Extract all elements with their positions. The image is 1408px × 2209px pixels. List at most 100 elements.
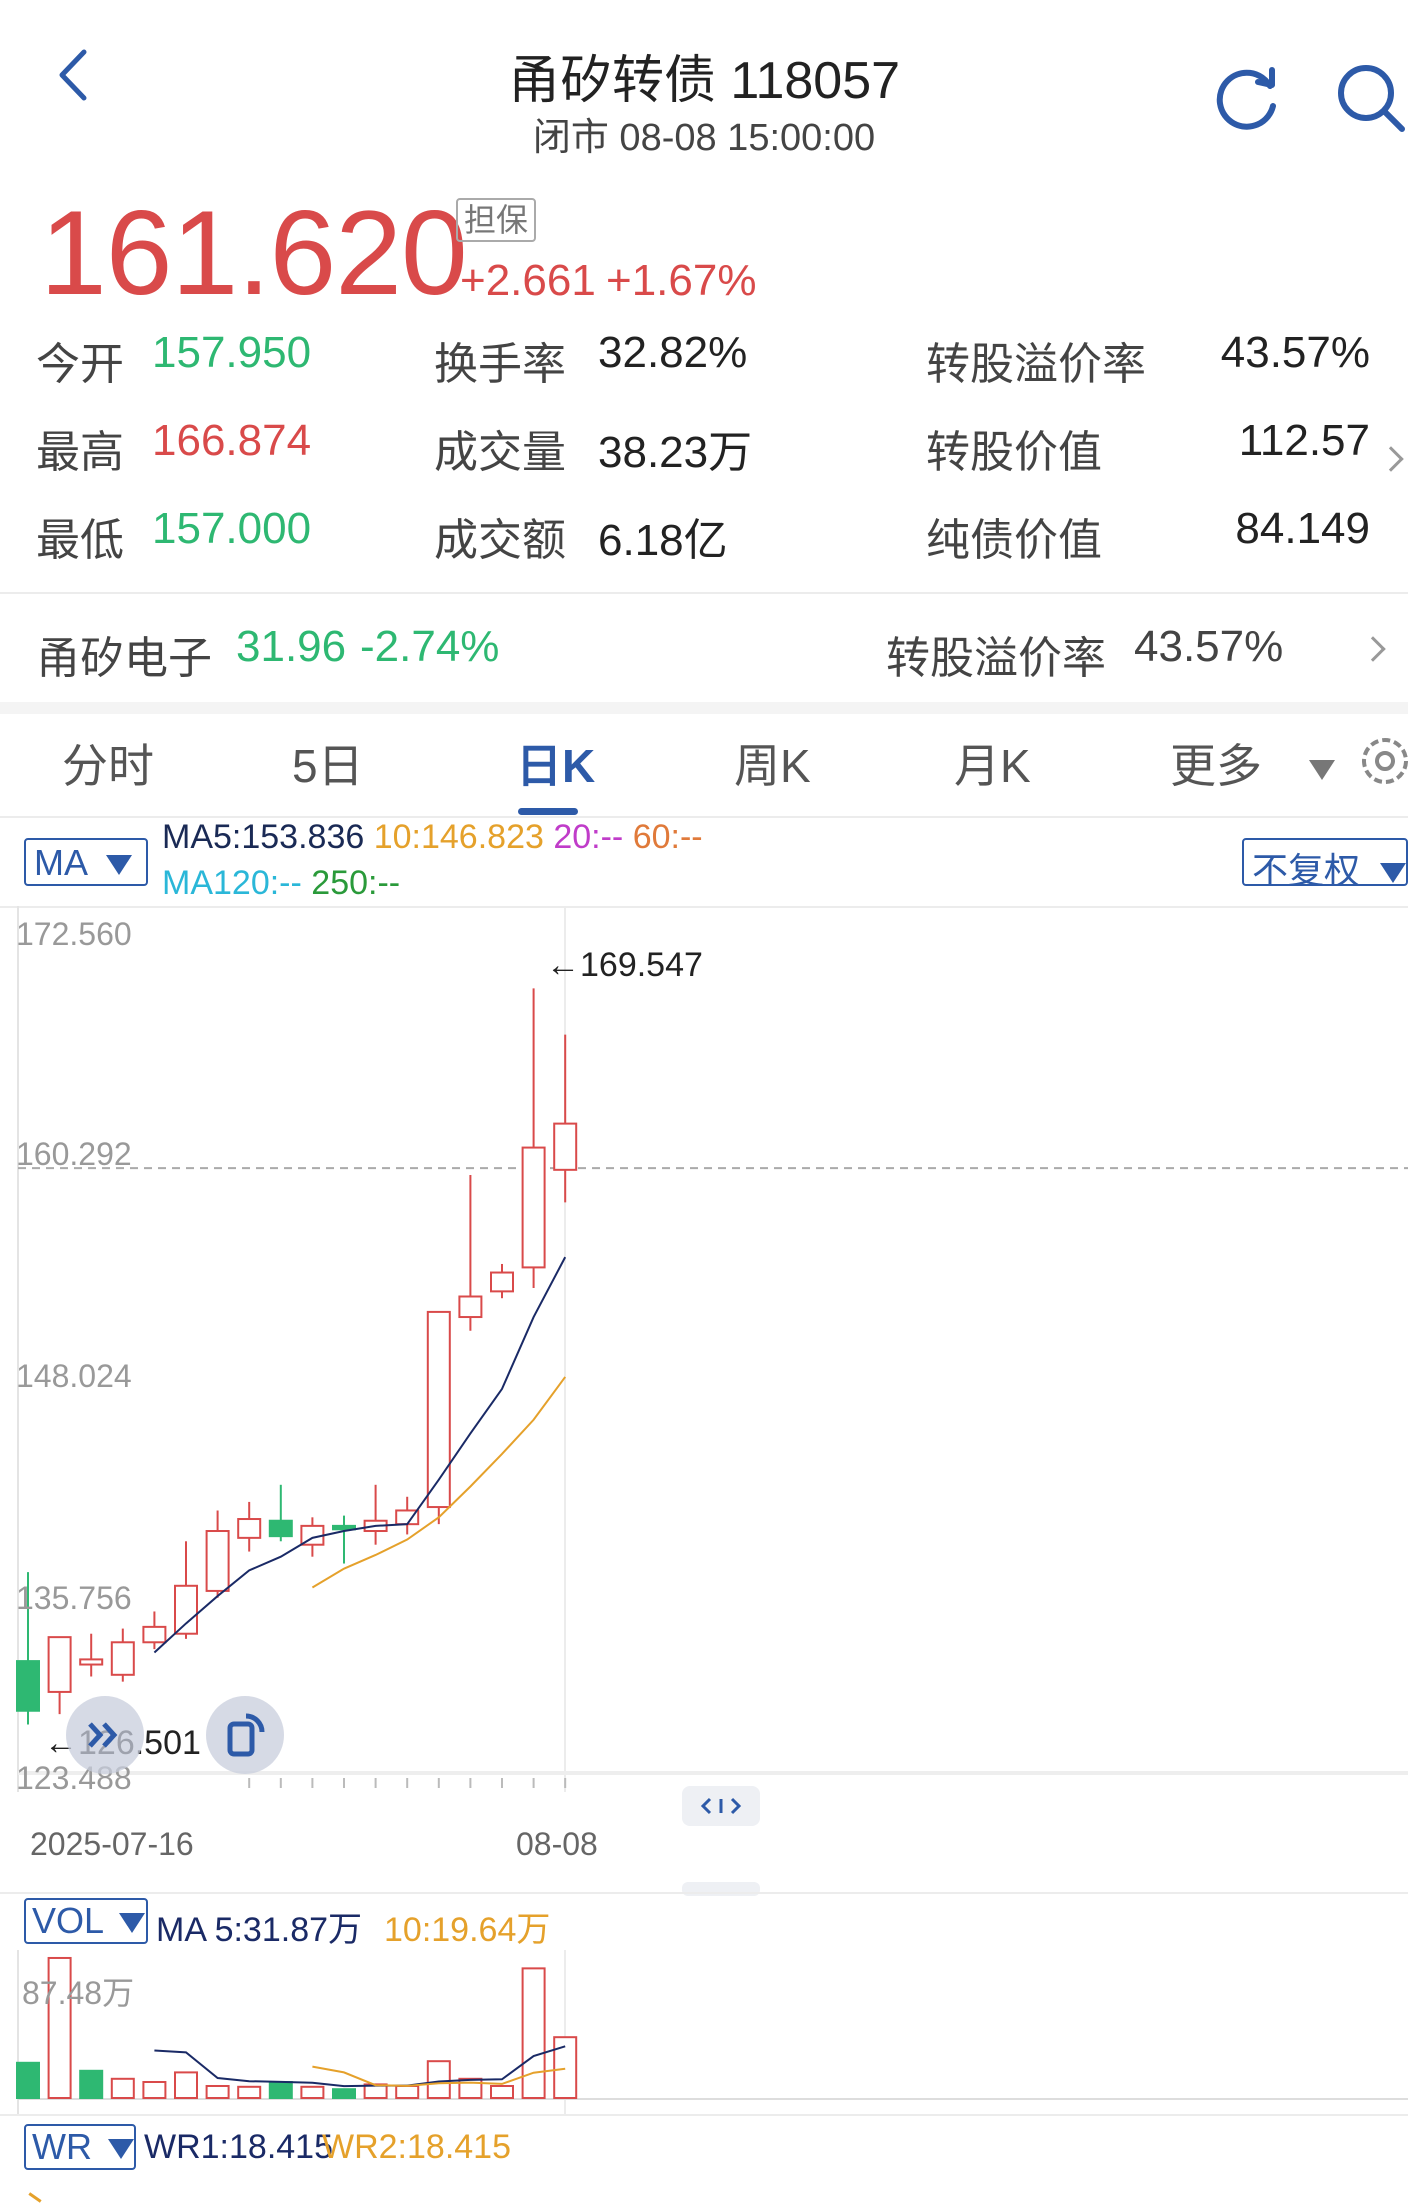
- vol-ma10-legend: 10:19.64万: [384, 1911, 551, 1949]
- drag-handle-icon: [700, 1797, 742, 1815]
- wr-selector[interactable]: WR: [24, 2124, 136, 2170]
- ma-selector-label: MA: [34, 842, 87, 883]
- ma5-line: [153, 1256, 567, 1654]
- underlying-row[interactable]: 甬矽电子 31.96 -2.74% 转股溢价率 43.57%: [0, 594, 1408, 702]
- volume-bar: [300, 2085, 325, 2099]
- candle-body: [521, 1146, 546, 1269]
- bond-value: 84.149: [1235, 504, 1370, 553]
- y-tick-label: 160.292: [16, 1136, 132, 1172]
- high-label: 最高: [36, 428, 124, 477]
- divider: [0, 2114, 1408, 2116]
- candle-body: [426, 1310, 451, 1509]
- underlying-premium: 43.57%: [1134, 622, 1284, 671]
- volume-bar: [395, 2084, 420, 2099]
- ma-legend-row2: MA120:-- 250:--: [162, 864, 400, 903]
- volume-bar: [205, 2084, 230, 2099]
- volume-bar: [426, 2060, 451, 2100]
- volume-bar: [174, 2071, 198, 2100]
- dropdown-triangle-icon: [118, 1913, 145, 1934]
- search-button[interactable]: [1330, 56, 1408, 136]
- vol-ma5-line: [154, 2045, 566, 2088]
- divider: [0, 702, 1408, 714]
- dropdown-triangle-icon: [1380, 863, 1406, 884]
- underlying-change: -2.74%: [360, 622, 500, 671]
- price-change: +2.661: [460, 256, 596, 305]
- candle-body: [490, 1271, 514, 1293]
- kline-chart[interactable]: [0, 906, 1408, 1796]
- tab-more[interactable]: 更多: [1170, 730, 1335, 796]
- premium-label: 转股溢价率: [926, 340, 1146, 389]
- volume-label: 成交量: [434, 428, 566, 477]
- y-tick-label: 135.756: [16, 1580, 132, 1616]
- underlying-name: 甬矽电子: [36, 634, 212, 683]
- turnover-label: 换手率: [434, 340, 566, 389]
- volume-chart[interactable]: [0, 1950, 1408, 2115]
- x-tick-label: 08-08: [516, 1826, 598, 1862]
- last-price: 161.620: [40, 186, 468, 320]
- dropdown-triangle-icon: [106, 855, 133, 876]
- adjust-selector[interactable]: 不复权: [1242, 838, 1408, 886]
- turnover-value: 32.82%: [598, 328, 748, 377]
- refresh-button[interactable]: [1210, 60, 1286, 136]
- conversion-value: 112.57: [1238, 416, 1370, 465]
- max-price-label: ←169.547: [546, 946, 703, 984]
- tab-5day[interactable]: 5日: [292, 730, 364, 796]
- collapse-button[interactable]: [66, 1696, 144, 1774]
- guarantee-badge: 担保: [456, 198, 537, 242]
- rotate-button[interactable]: [206, 1696, 284, 1774]
- ma60-legend: 60:--: [632, 818, 703, 856]
- amount-label: 成交额: [434, 516, 566, 565]
- stats-expand-icon[interactable]: [1378, 446, 1404, 472]
- ma10-legend: 10:146.823: [373, 818, 544, 856]
- candle-body: [142, 1625, 167, 1644]
- dropdown-triangle-icon: [108, 2139, 134, 2160]
- tab-more-label: 更多: [1170, 740, 1262, 792]
- vol-selector[interactable]: VOL: [24, 1898, 148, 1944]
- candle-body: [174, 1584, 198, 1635]
- tab-daily-k[interactable]: 日K: [516, 730, 595, 796]
- candle-body: [47, 1636, 72, 1693]
- adjust-selector-label: 不复权: [1252, 850, 1361, 886]
- volume-bar: [553, 2036, 578, 2099]
- volume-bar: [237, 2085, 262, 2099]
- gear-icon: [1362, 738, 1408, 784]
- low-value: 157.000: [152, 504, 312, 553]
- candle-body: [458, 1295, 483, 1319]
- tab-weekly-k[interactable]: 周K: [734, 730, 811, 796]
- wr-selector-label: WR: [32, 2126, 92, 2167]
- open-value: 157.950: [152, 328, 312, 377]
- page-title: 甬矽转债 118057: [507, 52, 901, 110]
- vol-y-tick-label: 87.48万: [22, 1975, 135, 2011]
- vol-ma5-legend: MA 5:31.87万: [156, 1911, 363, 1949]
- volume-bar: [521, 1967, 546, 2099]
- chart-drag-handle[interactable]: [682, 1786, 760, 1826]
- market-status: 闭市 08-08 15:00:00: [532, 117, 876, 159]
- x-tick-label: 2025-07-16: [30, 1826, 194, 1862]
- high-value: 166.874: [152, 416, 312, 465]
- premium-value: 43.57%: [1220, 328, 1370, 377]
- volume-bar: [490, 2084, 514, 2099]
- y-tick-label: 172.560: [16, 916, 132, 952]
- conversion-value-label: 转股价值: [926, 428, 1102, 477]
- volume-bar: [110, 2077, 135, 2099]
- chevron-right-icon: [1360, 636, 1386, 662]
- active-tab-indicator: [518, 808, 578, 815]
- underlying-price: 31.96: [236, 622, 347, 671]
- price-change-pct: +1.67%: [606, 256, 757, 305]
- divider: [0, 1892, 1408, 1894]
- tab-monthly-k[interactable]: 月K: [954, 730, 1031, 796]
- open-label: 今开: [36, 340, 124, 389]
- tab-intraday[interactable]: 分时: [62, 730, 154, 796]
- search-icon: [1338, 65, 1405, 132]
- bond-value-label: 纯债价值: [926, 516, 1102, 565]
- wr1-legend: WR1:18.415: [144, 2128, 333, 2166]
- y-tick-label: 148.024: [16, 1358, 132, 1394]
- volume-bar: [268, 2080, 293, 2099]
- volume-bar: [142, 2080, 167, 2099]
- wr2-legend: WR2:18.415: [322, 2128, 511, 2166]
- settings-button[interactable]: [1358, 734, 1408, 788]
- ma-selector[interactable]: MA: [24, 838, 148, 886]
- ma120-legend: MA120:--: [162, 864, 302, 902]
- ma5-legend: MA5:153.836: [162, 818, 365, 856]
- candle-body: [16, 1660, 40, 1712]
